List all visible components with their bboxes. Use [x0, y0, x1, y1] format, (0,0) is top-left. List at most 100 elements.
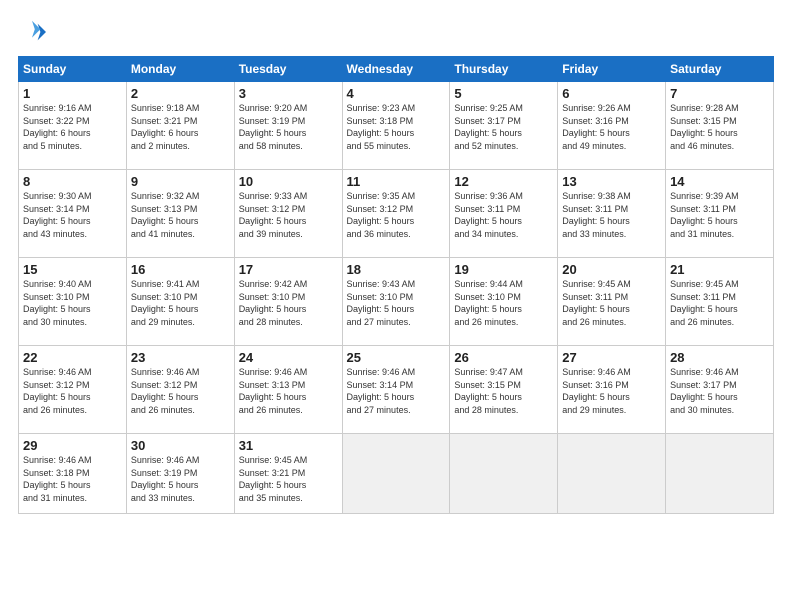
day-number: 25 [347, 350, 446, 365]
calendar-cell: 28Sunrise: 9:46 AM Sunset: 3:17 PM Dayli… [666, 346, 774, 434]
calendar-cell: 20Sunrise: 9:45 AM Sunset: 3:11 PM Dayli… [558, 258, 666, 346]
week-row-2: 8Sunrise: 9:30 AM Sunset: 3:14 PM Daylig… [19, 170, 774, 258]
calendar-cell: 27Sunrise: 9:46 AM Sunset: 3:16 PM Dayli… [558, 346, 666, 434]
day-number: 8 [23, 174, 122, 189]
day-number: 30 [131, 438, 230, 453]
calendar-cell: 8Sunrise: 9:30 AM Sunset: 3:14 PM Daylig… [19, 170, 127, 258]
day-info: Sunrise: 9:46 AM Sunset: 3:19 PM Dayligh… [131, 454, 230, 504]
day-info: Sunrise: 9:46 AM Sunset: 3:13 PM Dayligh… [239, 366, 338, 416]
calendar-cell: 13Sunrise: 9:38 AM Sunset: 3:11 PM Dayli… [558, 170, 666, 258]
col-header-thursday: Thursday [450, 57, 558, 82]
calendar-cell: 24Sunrise: 9:46 AM Sunset: 3:13 PM Dayli… [234, 346, 342, 434]
col-header-saturday: Saturday [666, 57, 774, 82]
day-number: 31 [239, 438, 338, 453]
day-info: Sunrise: 9:46 AM Sunset: 3:16 PM Dayligh… [562, 366, 661, 416]
calendar-cell: 4Sunrise: 9:23 AM Sunset: 3:18 PM Daylig… [342, 82, 450, 170]
day-number: 16 [131, 262, 230, 277]
calendar-cell: 26Sunrise: 9:47 AM Sunset: 3:15 PM Dayli… [450, 346, 558, 434]
calendar-cell: 21Sunrise: 9:45 AM Sunset: 3:11 PM Dayli… [666, 258, 774, 346]
day-number: 26 [454, 350, 553, 365]
day-info: Sunrise: 9:23 AM Sunset: 3:18 PM Dayligh… [347, 102, 446, 152]
calendar-cell [450, 434, 558, 514]
day-number: 24 [239, 350, 338, 365]
day-info: Sunrise: 9:43 AM Sunset: 3:10 PM Dayligh… [347, 278, 446, 328]
col-header-wednesday: Wednesday [342, 57, 450, 82]
col-header-monday: Monday [126, 57, 234, 82]
day-number: 27 [562, 350, 661, 365]
day-number: 2 [131, 86, 230, 101]
col-header-sunday: Sunday [19, 57, 127, 82]
day-info: Sunrise: 9:45 AM Sunset: 3:11 PM Dayligh… [562, 278, 661, 328]
day-info: Sunrise: 9:41 AM Sunset: 3:10 PM Dayligh… [131, 278, 230, 328]
calendar-cell: 22Sunrise: 9:46 AM Sunset: 3:12 PM Dayli… [19, 346, 127, 434]
day-info: Sunrise: 9:40 AM Sunset: 3:10 PM Dayligh… [23, 278, 122, 328]
logo [18, 18, 50, 46]
col-header-friday: Friday [558, 57, 666, 82]
day-number: 23 [131, 350, 230, 365]
day-number: 21 [670, 262, 769, 277]
calendar-cell: 23Sunrise: 9:46 AM Sunset: 3:12 PM Dayli… [126, 346, 234, 434]
day-info: Sunrise: 9:46 AM Sunset: 3:14 PM Dayligh… [347, 366, 446, 416]
day-number: 18 [347, 262, 446, 277]
day-number: 14 [670, 174, 769, 189]
day-info: Sunrise: 9:16 AM Sunset: 3:22 PM Dayligh… [23, 102, 122, 152]
day-info: Sunrise: 9:39 AM Sunset: 3:11 PM Dayligh… [670, 190, 769, 240]
day-number: 4 [347, 86, 446, 101]
day-info: Sunrise: 9:46 AM Sunset: 3:12 PM Dayligh… [131, 366, 230, 416]
calendar-cell: 7Sunrise: 9:28 AM Sunset: 3:15 PM Daylig… [666, 82, 774, 170]
day-info: Sunrise: 9:44 AM Sunset: 3:10 PM Dayligh… [454, 278, 553, 328]
day-info: Sunrise: 9:28 AM Sunset: 3:15 PM Dayligh… [670, 102, 769, 152]
day-info: Sunrise: 9:25 AM Sunset: 3:17 PM Dayligh… [454, 102, 553, 152]
day-number: 7 [670, 86, 769, 101]
week-row-4: 22 Sunrise: 9:46 AM Sunset: 3:12 PM Dayli… [19, 346, 774, 434]
calendar-cell: 11Sunrise: 9:35 AM Sunset: 3:12 PM Dayli… [342, 170, 450, 258]
day-info: Sunrise: 9:33 AM Sunset: 3:12 PM Dayligh… [239, 190, 338, 240]
day-number: 28 [670, 350, 769, 365]
calendar-cell: 2Sunrise: 9:18 AM Sunset: 3:21 PM Daylig… [126, 82, 234, 170]
day-info: Sunrise: 9:18 AM Sunset: 3:21 PM Dayligh… [131, 102, 230, 152]
day-number: 15 [23, 262, 122, 277]
day-info: Sunrise: 9:30 AM Sunset: 3:14 PM Dayligh… [23, 190, 122, 240]
week-row-1: 1Sunrise: 9:16 AM Sunset: 3:22 PM Daylig… [19, 82, 774, 170]
day-info: Sunrise: 9:38 AM Sunset: 3:11 PM Dayligh… [562, 190, 661, 240]
calendar-cell: 15Sunrise: 9:40 AM Sunset: 3:10 PM Dayli… [19, 258, 127, 346]
day-info: Sunrise: 9:32 AM Sunset: 3:13 PM Dayligh… [131, 190, 230, 240]
calendar-cell: 30Sunrise: 9:46 AM Sunset: 3:19 PM Dayli… [126, 434, 234, 514]
day-number: 19 [454, 262, 553, 277]
day-number: 1 [23, 86, 122, 101]
calendar-cell: 18Sunrise: 9:43 AM Sunset: 3:10 PM Dayli… [342, 258, 450, 346]
day-number: 5 [454, 86, 553, 101]
day-number: 22 [23, 350, 122, 365]
header [18, 18, 774, 46]
day-info: Sunrise: 9:47 AM Sunset: 3:15 PM Dayligh… [454, 366, 553, 416]
calendar-cell: 16Sunrise: 9:41 AM Sunset: 3:10 PM Dayli… [126, 258, 234, 346]
calendar-cell: 12Sunrise: 9:36 AM Sunset: 3:11 PM Dayli… [450, 170, 558, 258]
calendar-cell: 29Sunrise: 9:46 AM Sunset: 3:18 PM Dayli… [19, 434, 127, 514]
day-number: 3 [239, 86, 338, 101]
calendar-cell [666, 434, 774, 514]
week-row-5: 29Sunrise: 9:46 AM Sunset: 3:18 PM Dayli… [19, 434, 774, 514]
day-info: Sunrise: 9:35 AM Sunset: 3:12 PM Dayligh… [347, 190, 446, 240]
day-info: Sunrise: 9:36 AM Sunset: 3:11 PM Dayligh… [454, 190, 553, 240]
day-info: Sunrise: 9:45 AM Sunset: 3:11 PM Dayligh… [670, 278, 769, 328]
calendar-cell: 19Sunrise: 9:44 AM Sunset: 3:10 PM Dayli… [450, 258, 558, 346]
calendar-cell: 3Sunrise: 9:20 AM Sunset: 3:19 PM Daylig… [234, 82, 342, 170]
day-info: Sunrise: 9:20 AM Sunset: 3:19 PM Dayligh… [239, 102, 338, 152]
calendar-cell: 17Sunrise: 9:42 AM Sunset: 3:10 PM Dayli… [234, 258, 342, 346]
page: SundayMondayTuesdayWednesdayThursdayFrid… [0, 0, 792, 612]
day-number: 12 [454, 174, 553, 189]
calendar-header-row: SundayMondayTuesdayWednesdayThursdayFrid… [19, 57, 774, 82]
day-number: 20 [562, 262, 661, 277]
calendar-cell [342, 434, 450, 514]
calendar-cell: 1Sunrise: 9:16 AM Sunset: 3:22 PM Daylig… [19, 82, 127, 170]
day-number: 10 [239, 174, 338, 189]
day-number: 17 [239, 262, 338, 277]
calendar-cell: 14Sunrise: 9:39 AM Sunset: 3:11 PM Dayli… [666, 170, 774, 258]
calendar-cell: 31Sunrise: 9:45 AM Sunset: 3:21 PM Dayli… [234, 434, 342, 514]
calendar-cell: 6Sunrise: 9:26 AM Sunset: 3:16 PM Daylig… [558, 82, 666, 170]
calendar-cell: 9Sunrise: 9:32 AM Sunset: 3:13 PM Daylig… [126, 170, 234, 258]
day-info: Sunrise: 9:46 AM Sunset: 3:18 PM Dayligh… [23, 454, 122, 504]
day-number: 13 [562, 174, 661, 189]
week-row-3: 15Sunrise: 9:40 AM Sunset: 3:10 PM Dayli… [19, 258, 774, 346]
day-number: 9 [131, 174, 230, 189]
